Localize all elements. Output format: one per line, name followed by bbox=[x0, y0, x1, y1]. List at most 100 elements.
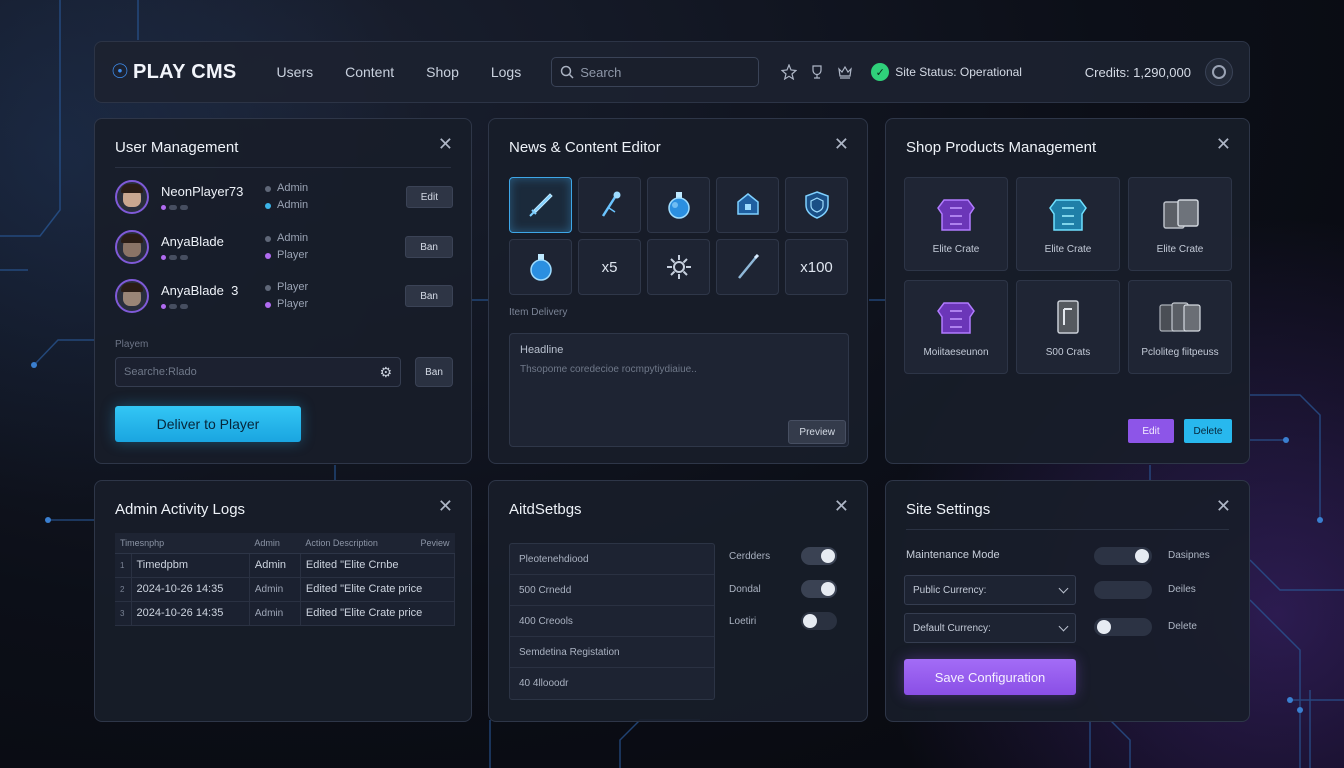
select-value: Public Currency: bbox=[913, 584, 987, 596]
item-grid: x5 x100 bbox=[509, 177, 848, 295]
chevron-down-icon bbox=[1058, 621, 1069, 631]
app-logo[interactable]: ☉ PLAY CMS bbox=[111, 61, 237, 84]
log-time: Timedpbm bbox=[131, 553, 250, 578]
ban-user-button[interactable]: Ban bbox=[405, 236, 453, 258]
list-item[interactable]: Semdetina Registation bbox=[510, 637, 714, 668]
close-icon[interactable]: ✕ bbox=[438, 497, 453, 515]
site-status: ✓ Site Status: Operational bbox=[871, 63, 1022, 81]
maintenance-mode-label: Maintenance Mode bbox=[906, 549, 1000, 561]
product-card[interactable]: Elite Crate bbox=[904, 177, 1008, 271]
toggle-label: Dondal bbox=[729, 583, 761, 595]
ban-user-button[interactable]: Ban bbox=[405, 285, 453, 307]
auth-settings-panel: AitdSetbgs ✕ Pleotenehdiood 500 Crnedd 4… bbox=[488, 480, 868, 722]
list-item[interactable]: 40 4llooodr bbox=[510, 668, 714, 699]
panel-title: Shop Products Management bbox=[906, 139, 1097, 156]
nav-logs[interactable]: Logs bbox=[475, 64, 537, 80]
credits-display: Credits: 1,290,000 bbox=[1084, 64, 1191, 80]
item-tile-staff[interactable] bbox=[578, 177, 641, 233]
ban-button[interactable]: Ban bbox=[415, 357, 453, 387]
currency-toggle[interactable] bbox=[1094, 581, 1152, 599]
close-icon[interactable]: ✕ bbox=[1216, 135, 1231, 153]
maintenance-toggle[interactable] bbox=[1094, 547, 1152, 565]
armor-purple-icon bbox=[937, 301, 975, 334]
close-icon[interactable]: ✕ bbox=[1216, 497, 1231, 515]
divider bbox=[115, 167, 451, 168]
toggle-switch[interactable] bbox=[801, 547, 837, 565]
user-row[interactable]: AnyaBlade Admin Player Ban bbox=[115, 227, 453, 267]
save-configuration-button[interactable]: Save Configuration bbox=[904, 659, 1076, 695]
item-tile-x5[interactable]: x5 bbox=[578, 239, 641, 295]
toggle-switch[interactable] bbox=[801, 580, 837, 598]
product-card[interactable]: Elite Crate bbox=[1016, 177, 1120, 271]
public-currency-select[interactable]: Public Currency: bbox=[904, 575, 1076, 605]
news-editor[interactable]: Headline Thsopome coredecioe rocmpytiydi… bbox=[509, 333, 849, 447]
profile-icon bbox=[1212, 65, 1226, 79]
column-header[interactable]: Peview bbox=[405, 533, 455, 554]
potion-icon bbox=[529, 254, 552, 281]
column-header[interactable]: Admin bbox=[249, 533, 301, 554]
item-tile-chest[interactable] bbox=[716, 177, 779, 233]
delete-label[interactable]: Delete bbox=[1168, 621, 1197, 632]
armor-purple-icon bbox=[937, 198, 975, 231]
item-tile-shield[interactable] bbox=[785, 177, 848, 233]
site-settings-panel: Site Settings ✕ Maintenance Mode Dasipne… bbox=[885, 480, 1250, 722]
close-icon[interactable]: ✕ bbox=[834, 497, 849, 515]
list-item[interactable]: Pleotenehdiood bbox=[510, 544, 714, 575]
list-item[interactable]: 400 Creools bbox=[510, 606, 714, 637]
gear-icon[interactable]: ⚙ bbox=[379, 364, 392, 381]
close-icon[interactable]: ✕ bbox=[438, 135, 453, 153]
profile-avatar[interactable] bbox=[1205, 58, 1233, 86]
item-tile-potion[interactable] bbox=[647, 177, 710, 233]
trophy-icon[interactable] bbox=[809, 64, 825, 80]
user-row[interactable]: NeonPlayer73 Admin Admin Edit bbox=[115, 177, 453, 217]
default-currency-select[interactable]: Default Currency: bbox=[904, 613, 1076, 643]
chest-icon bbox=[736, 193, 759, 215]
user-row[interactable]: AnyaBlade 3 Player Player Ban bbox=[115, 276, 453, 316]
edit-user-button[interactable]: Edit bbox=[405, 186, 453, 208]
item-tile-potion[interactable] bbox=[509, 239, 572, 295]
product-card[interactable]: S00 Crats bbox=[1016, 280, 1120, 374]
activity-log-table: Timesnphp Admin Action Description Pevie… bbox=[115, 533, 456, 626]
user-management-panel: User Management ✕ NeonPlayer73 Admin Adm… bbox=[94, 118, 472, 464]
nav-users[interactable]: Users bbox=[261, 64, 330, 80]
avatar bbox=[115, 279, 149, 313]
status-check-icon: ✓ bbox=[871, 63, 890, 81]
product-card[interactable]: Moiitaeseunon bbox=[904, 280, 1008, 374]
edit-product-button[interactable]: Edit bbox=[1128, 419, 1174, 443]
card-icon bbox=[1057, 299, 1079, 334]
search-input[interactable] bbox=[580, 64, 751, 80]
delete-product-button[interactable]: Delete bbox=[1184, 419, 1232, 443]
user-name: AnyaBlade 3 bbox=[161, 283, 239, 298]
nav-content[interactable]: Content bbox=[329, 64, 410, 80]
item-tile-wand[interactable] bbox=[716, 239, 779, 295]
top-bar: ☉ PLAY CMS Users Content Shop Logs ✓ Sit… bbox=[94, 41, 1250, 103]
shop-products-panel: Shop Products Management ✕ Elite Crate E… bbox=[885, 118, 1250, 464]
row-index: 1 bbox=[115, 553, 132, 578]
column-header[interactable]: Timesnphp bbox=[115, 533, 250, 554]
table-row[interactable]: 1 Timedpbm Admin Edited "Elite Crnbe bbox=[115, 553, 456, 578]
panel-title: News & Content Editor bbox=[509, 139, 661, 156]
table-row[interactable]: 3 2024-10-26 14:35 Admin Edited "Elite C… bbox=[115, 601, 456, 626]
content-editor-panel: News & Content Editor ✕ x5 x100 Item Del… bbox=[488, 118, 868, 464]
column-header[interactable]: Action Description bbox=[300, 533, 405, 554]
close-icon[interactable]: ✕ bbox=[834, 135, 849, 153]
item-tile-sword[interactable] bbox=[509, 177, 572, 233]
deliver-to-player-button[interactable]: Deliver to Player bbox=[115, 406, 301, 442]
nav-shop[interactable]: Shop bbox=[410, 64, 475, 80]
main-nav: Users Content Shop Logs bbox=[261, 64, 538, 80]
item-tile-cog[interactable] bbox=[647, 239, 710, 295]
gear-cog-icon bbox=[666, 255, 691, 279]
user-role: Player bbox=[277, 249, 309, 261]
toggle-switch[interactable] bbox=[801, 612, 837, 630]
product-card[interactable]: Pcloliteg fiitpeuss bbox=[1128, 280, 1232, 374]
product-card[interactable]: Elite Crate bbox=[1128, 177, 1232, 271]
table-row[interactable]: 2 2024-10-26 14:35 Admin Edited "Elite C… bbox=[115, 577, 456, 602]
player-search-input[interactable] bbox=[124, 366, 380, 378]
default-currency-toggle[interactable] bbox=[1094, 618, 1152, 636]
star-icon[interactable] bbox=[781, 64, 798, 80]
sword-icon bbox=[528, 193, 553, 217]
crown-icon[interactable] bbox=[837, 64, 853, 80]
list-item[interactable]: 500 Crnedd bbox=[510, 575, 714, 606]
preview-button[interactable]: Preview bbox=[788, 420, 846, 444]
item-tile-x100[interactable]: x100 bbox=[785, 239, 848, 295]
